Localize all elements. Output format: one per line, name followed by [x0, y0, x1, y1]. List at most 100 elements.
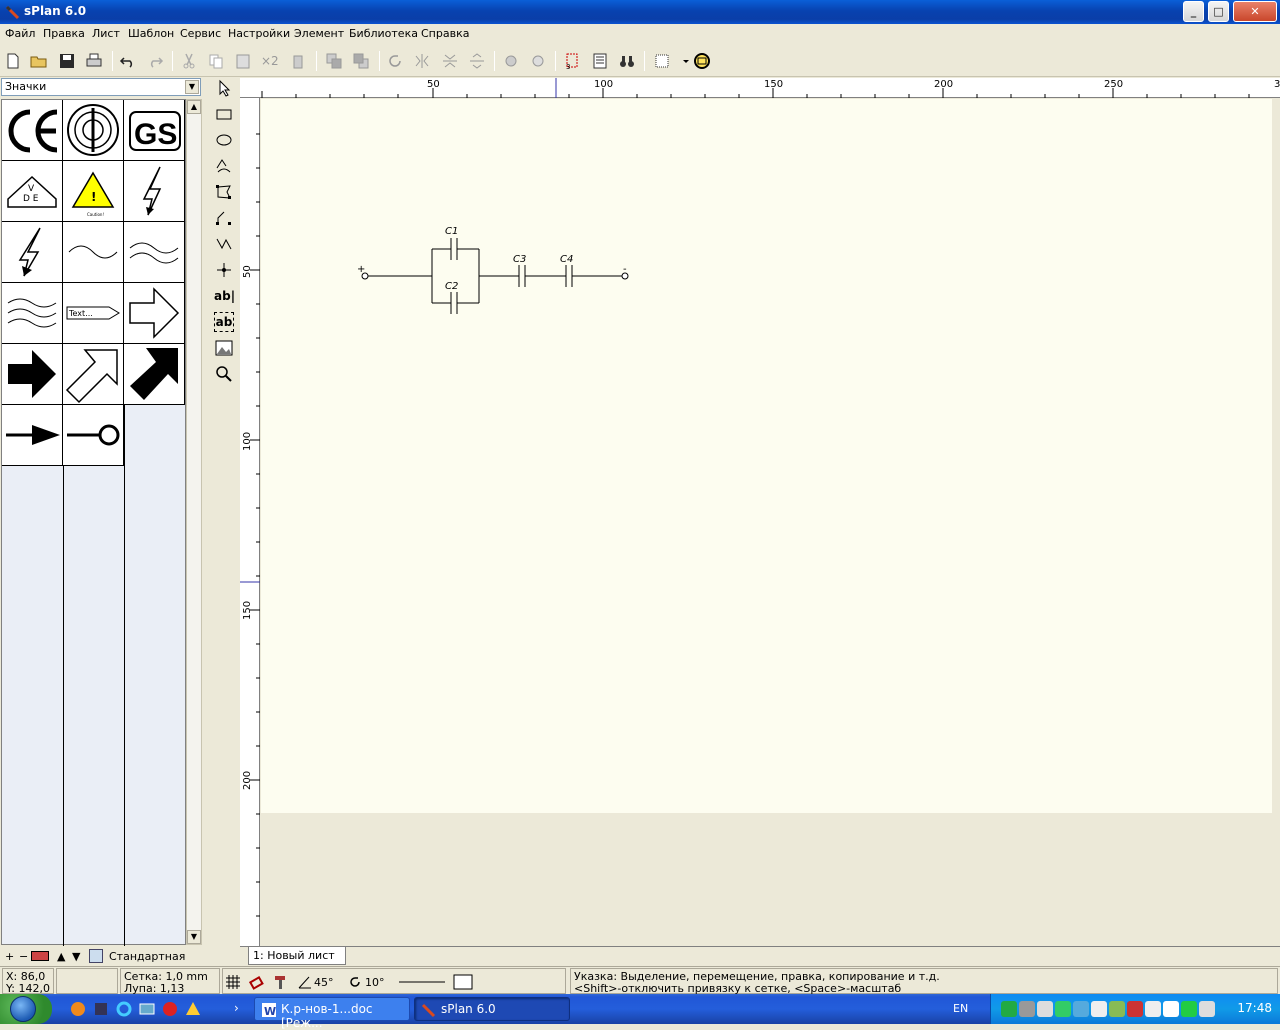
symbol-arrow-diagonal-outline[interactable]	[63, 344, 124, 405]
tray-monitor-icon[interactable]	[1091, 1001, 1107, 1017]
rectangle-tool-icon[interactable]	[214, 104, 234, 124]
symbol-lightning[interactable]	[124, 161, 185, 222]
svg-text:V: V	[28, 184, 35, 194]
pointer-icon[interactable]	[214, 78, 234, 98]
symbol-arrow-outline[interactable]	[124, 283, 185, 344]
parts-list-icon[interactable]	[590, 51, 610, 71]
start-button[interactable]	[0, 994, 52, 1024]
task-word-document[interactable]: W К.р-нов-1...doc [Реж...	[254, 997, 410, 1030]
tray-status-icon[interactable]	[1181, 1001, 1197, 1017]
tray-network-icon[interactable]	[1001, 1001, 1017, 1017]
grid-snap-icon[interactable]	[225, 974, 241, 990]
tray-app-icon[interactable]	[1019, 1001, 1035, 1017]
junction-tool-icon[interactable]	[214, 260, 234, 280]
tray-update-icon[interactable]	[1127, 1001, 1143, 1017]
grid-dropdown-icon[interactable]	[676, 51, 689, 71]
ellipse-tool-icon[interactable]	[214, 130, 234, 150]
zoom-tool-icon[interactable]	[214, 364, 234, 384]
symbol-double-wave[interactable]	[124, 222, 185, 283]
close-button[interactable]: ✕	[1233, 1, 1277, 22]
symbol-gs-mark[interactable]: GS	[124, 100, 185, 161]
symbol-arrow-filled[interactable]	[2, 344, 63, 405]
curve-tool-icon[interactable]	[214, 156, 234, 176]
menu-library[interactable]: Библиотека	[349, 27, 418, 40]
tab-new-sheet[interactable]: 1: Новый лист	[248, 947, 346, 965]
library-edit-icon[interactable]	[31, 951, 49, 961]
fill-style-icon[interactable]	[453, 974, 473, 990]
tray-clipboard-icon[interactable]	[1163, 1001, 1179, 1017]
quicklaunch-desktop-icon[interactable]	[139, 1001, 155, 1017]
print-icon[interactable]	[84, 51, 104, 71]
symbol-text-label[interactable]: Text...	[63, 283, 124, 344]
symbol-ce-mark[interactable]	[2, 100, 63, 161]
scroll-down-icon[interactable]: ▼	[187, 930, 201, 944]
tray-volume-icon[interactable]	[1037, 1001, 1053, 1017]
maximize-button[interactable]: □	[1208, 1, 1229, 22]
chevron-down-icon[interactable]: ▼	[185, 80, 199, 94]
menu-help[interactable]: Справка	[421, 27, 469, 40]
tray-connection-icon[interactable]	[1055, 1001, 1071, 1017]
move-up-icon[interactable]: ▲	[57, 950, 65, 963]
hammer-icon[interactable]	[273, 974, 289, 990]
library-book-icon[interactable]	[89, 949, 103, 963]
open-folder-icon[interactable]	[29, 51, 49, 71]
textbox-tool-icon[interactable]: ab	[214, 312, 234, 332]
menu-template[interactable]: Шаблон	[128, 27, 174, 40]
menu-file[interactable]: Файл	[5, 27, 35, 40]
menu-settings[interactable]: Настройки	[228, 27, 290, 40]
rotation-icon[interactable]	[347, 974, 363, 990]
symbol-triple-wave[interactable]	[2, 283, 63, 344]
quicklaunch-avast-icon[interactable]	[70, 1001, 86, 1017]
menu-element[interactable]: Элемент	[294, 27, 344, 40]
polygon-tool-icon[interactable]	[214, 182, 234, 202]
circuit-schematic[interactable]: + - C1 C2 C3 C4	[261, 99, 681, 339]
symbol-warning-triangle[interactable]: ! Caution!	[63, 161, 124, 222]
symbol-line-circle[interactable]	[63, 405, 124, 466]
menu-edit[interactable]: Правка	[43, 27, 85, 40]
magnet-icon[interactable]	[249, 974, 265, 990]
symbol-vde-mark[interactable]: VD E	[2, 161, 63, 222]
angle-icon[interactable]	[297, 974, 313, 990]
remove-icon[interactable]: −	[19, 950, 28, 963]
quicklaunch-ie-icon[interactable]	[116, 1001, 132, 1017]
quicklaunch-more-icon[interactable]: ›	[234, 1001, 239, 1015]
clock[interactable]: 17:48	[1237, 1001, 1272, 1015]
menu-sheet[interactable]: Лист	[92, 27, 120, 40]
language-indicator[interactable]: EN	[953, 1002, 968, 1015]
numbering-icon[interactable]: 3	[563, 51, 583, 71]
save-icon[interactable]	[57, 51, 77, 71]
minimize-button[interactable]: _	[1183, 1, 1204, 22]
quicklaunch-opera-icon[interactable]	[162, 1001, 178, 1017]
library-scrollbar[interactable]: ▲ ▼	[186, 99, 202, 945]
grid-icon[interactable]	[652, 51, 672, 71]
scroll-up-icon[interactable]: ▲	[187, 100, 201, 114]
tray-device-icon[interactable]	[1145, 1001, 1161, 1017]
add-icon[interactable]: +	[5, 950, 14, 963]
new-file-icon[interactable]	[3, 51, 23, 71]
drawing-canvas[interactable]: + - C1 C2 C3 C4	[261, 99, 1280, 946]
image-tool-icon[interactable]	[214, 338, 234, 358]
line-style-icon[interactable]	[399, 981, 445, 983]
text-tool-icon[interactable]: ab|	[214, 286, 235, 306]
symbol-lightning-arrow[interactable]	[2, 222, 63, 283]
line-tool-icon[interactable]	[214, 208, 234, 228]
menu-service[interactable]: Сервис	[180, 27, 221, 40]
tray-globe-icon[interactable]	[1073, 1001, 1089, 1017]
search-binoculars-icon[interactable]	[617, 51, 637, 71]
tray-security-icon[interactable]	[1109, 1001, 1125, 1017]
task-splan[interactable]: sPlan 6.0	[414, 997, 570, 1021]
quicklaunch-app-icon[interactable]	[185, 1001, 201, 1017]
move-down-icon[interactable]: ▼	[72, 950, 80, 963]
align-icon	[467, 51, 487, 71]
library-select[interactable]: Значки ▼	[1, 78, 201, 96]
symbol-sine-wave[interactable]	[63, 222, 124, 283]
drawing-sheet[interactable]: + - C1 C2 C3 C4	[261, 99, 1272, 813]
symbol-line-arrow[interactable]	[2, 405, 63, 466]
tray-window-icon[interactable]	[1199, 1001, 1215, 1017]
zoom-fit-icon[interactable]	[692, 51, 712, 71]
undo-icon[interactable]	[118, 51, 138, 71]
polyline-tool-icon[interactable]	[214, 234, 234, 254]
symbol-arrow-diagonal-filled[interactable]	[124, 344, 185, 405]
symbol-radio-mark[interactable]	[63, 100, 124, 161]
quicklaunch-save-icon[interactable]	[93, 1001, 109, 1017]
